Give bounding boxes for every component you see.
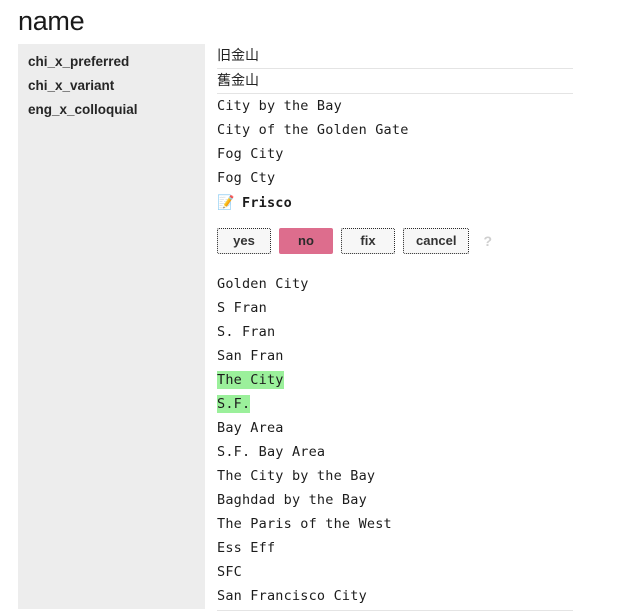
value-row[interactable]: S Fran: [217, 296, 635, 320]
value-text: City of the Golden Gate: [217, 122, 409, 138]
value-text: Fog Cty: [217, 170, 276, 186]
value-row[interactable]: Fog Cty: [217, 166, 635, 190]
value-text: Golden City: [217, 276, 309, 292]
value-text: City by the Bay: [217, 98, 342, 114]
value-row-chi-variant[interactable]: 舊金山: [217, 69, 573, 94]
value-row[interactable]: The City: [217, 368, 635, 392]
value-row[interactable]: City by the Bay: [217, 94, 635, 118]
value-text: Ess Eff: [217, 540, 276, 556]
value-row[interactable]: S.F.: [217, 392, 635, 416]
value-text: The Paris of the West: [217, 516, 392, 532]
value-text: S.F.: [217, 395, 251, 413]
value-text: San Francisco City: [217, 588, 367, 604]
value-row[interactable]: City of the Golden Gate: [217, 118, 635, 142]
no-button[interactable]: no: [279, 228, 333, 254]
value-row[interactable]: SFC: [217, 560, 635, 584]
value-row[interactable]: Fog City: [217, 142, 635, 166]
yes-button[interactable]: yes: [217, 228, 271, 254]
value-text: 舊金山: [217, 73, 259, 89]
value-row[interactable]: S.F. Bay Area: [217, 440, 635, 464]
fix-button[interactable]: fix: [341, 228, 395, 254]
value-row[interactable]: Bay Area: [217, 416, 635, 440]
value-text: SFC: [217, 564, 242, 580]
sidebar-item-label: chi_x_preferred: [28, 54, 130, 69]
value-row[interactable]: Baghdad by the Bay: [217, 488, 635, 512]
value-text: The City by the Bay: [217, 468, 376, 484]
value-text: Bay Area: [217, 420, 284, 436]
value-row[interactable]: Golden City: [217, 272, 635, 296]
value-text: San Fran: [217, 348, 284, 364]
value-row[interactable]: San Fran: [217, 344, 635, 368]
help-icon[interactable]: ?: [483, 233, 492, 249]
value-row[interactable]: S. Fran: [217, 320, 635, 344]
sidebar-item-chi-x-variant[interactable]: chi_x_variant: [18, 74, 205, 98]
sidebar-item-chi-x-preferred[interactable]: chi_x_preferred: [18, 50, 205, 74]
attribute-sidebar: chi_x_preferred chi_x_variant eng_x_coll…: [18, 44, 205, 609]
value-text: S Fran: [217, 300, 267, 316]
value-row[interactable]: The City by the Bay: [217, 464, 635, 488]
value-text: The City: [217, 371, 284, 389]
value-row[interactable]: The Paris of the West: [217, 512, 635, 536]
value-text: S.F. Bay Area: [217, 444, 326, 460]
page-title: name: [18, 6, 85, 36]
value-text: 旧金山: [217, 48, 259, 64]
sidebar-item-label: chi_x_variant: [28, 78, 115, 93]
value-text: Fog City: [217, 146, 284, 162]
action-button-row: yes no fix cancel ?: [217, 222, 635, 260]
value-row-chi-preferred[interactable]: 旧金山: [217, 44, 573, 69]
sidebar-item-label: eng_x_colloquial: [28, 102, 138, 117]
value-row[interactable]: Ess Eff: [217, 536, 635, 560]
value-list-panel: 旧金山 舊金山 City by the Bay City of the Gold…: [217, 44, 635, 611]
value-text: S. Fran: [217, 324, 276, 340]
sidebar-item-eng-x-colloquial[interactable]: eng_x_colloquial: [18, 98, 205, 122]
main-layout: chi_x_preferred chi_x_variant eng_x_coll…: [0, 44, 635, 611]
memo-pencil-icon: 📝: [217, 195, 235, 211]
candidate-text: Frisco: [242, 195, 292, 211]
candidate-row[interactable]: 📝 Frisco: [217, 190, 635, 216]
cancel-button[interactable]: cancel: [403, 228, 470, 254]
value-row[interactable]: San Francisco City: [217, 584, 635, 608]
value-text: Baghdad by the Bay: [217, 492, 367, 508]
